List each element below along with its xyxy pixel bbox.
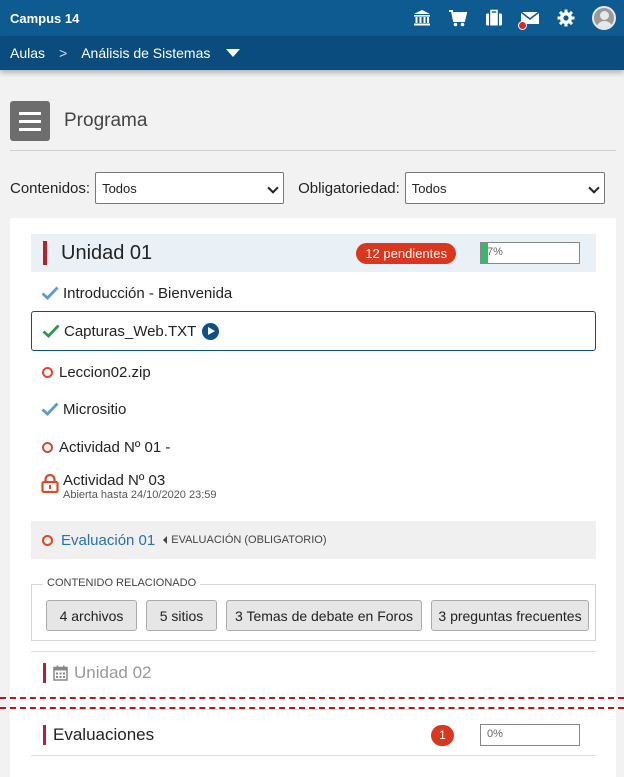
unit-marker bbox=[43, 663, 46, 683]
content-item-label: Micrositio bbox=[63, 400, 127, 418]
brand-name[interactable]: Campus 14 bbox=[0, 11, 404, 26]
unit-title: Unidad 01 bbox=[61, 241, 153, 264]
page-title: Programa bbox=[64, 110, 148, 131]
evaluations-title: Evaluaciones bbox=[53, 725, 155, 744]
evaluation-type-label: EVALUACIÓN (OBLIGATORIO) bbox=[171, 534, 327, 546]
content-item-label: Actividad Nº 01 - bbox=[59, 438, 171, 456]
progress-text: 7% bbox=[487, 246, 503, 258]
filters-bar: Contenidos: Todos Obligatoriedad: Todos bbox=[10, 172, 618, 204]
dashed-line bbox=[0, 697, 624, 699]
chevron-down-icon bbox=[588, 182, 600, 194]
unit-marker bbox=[43, 725, 46, 745]
pending-badge: 12 pendientes bbox=[356, 242, 456, 264]
breadcrumb-aulas[interactable]: Aulas bbox=[0, 45, 45, 61]
dashed-line bbox=[0, 707, 624, 709]
files-button[interactable]: 4 archivos bbox=[46, 600, 137, 631]
unit-header[interactable]: Unidad 01 12 pendientes 7% bbox=[31, 234, 596, 272]
sites-button[interactable]: 5 sitios bbox=[146, 600, 217, 631]
evaluation-row: Evaluación 01 EVALUACIÓN (OBLIGATORIO) bbox=[31, 521, 596, 559]
unit-title: Unidad 02 bbox=[74, 663, 152, 682]
progress-text: 0% bbox=[487, 728, 503, 740]
evaluations-row[interactable]: Evaluaciones 1 0% bbox=[31, 723, 596, 747]
forum-topics-button[interactable]: 3 Temas de debate en Foros bbox=[226, 600, 422, 631]
content-item[interactable]: Micrositio bbox=[31, 396, 596, 422]
divider bbox=[31, 651, 596, 652]
contents-filter-select[interactable]: Todos bbox=[95, 172, 285, 204]
notification-dot bbox=[518, 21, 527, 30]
related-buttons: 4 archivos 5 sitios 3 Temas de debate en… bbox=[46, 600, 589, 631]
cart-icon[interactable] bbox=[440, 0, 476, 36]
content-item[interactable]: Introducción - Bienvenida bbox=[31, 280, 596, 306]
content-item-label: Leccion02.zip bbox=[59, 363, 151, 381]
breadcrumb-separator: > bbox=[59, 45, 68, 61]
evaluations-progress-bar: 0% bbox=[480, 724, 580, 746]
contents-filter-label: Contenidos: bbox=[10, 179, 91, 197]
top-icons bbox=[404, 0, 624, 36]
program-card: Unidad 01 12 pendientes 7% Introducción … bbox=[10, 218, 616, 777]
bank-icon[interactable] bbox=[404, 0, 440, 36]
unit2-row[interactable]: Unidad 02 bbox=[31, 660, 596, 686]
ring-icon bbox=[41, 534, 59, 546]
check-icon bbox=[41, 402, 63, 416]
briefcase-icon[interactable] bbox=[476, 0, 512, 36]
required-filter-value: Todos bbox=[411, 180, 447, 196]
divider bbox=[31, 755, 596, 756]
top-bar: Campus 14 bbox=[0, 0, 624, 36]
check-icon bbox=[41, 286, 63, 300]
content-item[interactable]: Leccion02.zip bbox=[31, 359, 596, 385]
unit-progress-bar: 7% bbox=[480, 242, 580, 264]
mail-icon[interactable] bbox=[512, 0, 548, 36]
calendar-icon bbox=[53, 665, 68, 681]
content-item-label: Capturas_Web.TXT bbox=[64, 322, 197, 340]
content-item-locked[interactable]: Actividad Nº 03 Abierta hasta 24/10/2020… bbox=[31, 472, 596, 508]
related-content: CONTENIDO RELACIONADO 4 archivos 5 sitio… bbox=[31, 577, 596, 641]
chevron-down-icon[interactable] bbox=[226, 49, 241, 57]
page-header: Programa bbox=[10, 101, 616, 151]
breadcrumb: Aulas > Análisis de Sistemas bbox=[0, 36, 624, 70]
breadcrumb-course[interactable]: Análisis de Sistemas bbox=[81, 45, 210, 61]
faq-button[interactable]: 3 preguntas frecuentes bbox=[431, 600, 589, 631]
caret-left-icon bbox=[163, 536, 168, 544]
content-item-label: Introducción - Bienvenida bbox=[63, 284, 233, 302]
required-filter-label: Obligatoriedad: bbox=[298, 179, 400, 197]
related-legend: CONTENIDO RELACIONADO bbox=[43, 577, 201, 589]
content-item-selected[interactable]: Capturas_Web.TXT bbox=[31, 311, 596, 351]
check-icon bbox=[42, 324, 64, 338]
evaluation-link[interactable]: Evaluación 01 bbox=[61, 532, 155, 549]
required-filter-select[interactable]: Todos bbox=[404, 172, 605, 204]
gear-icon[interactable] bbox=[548, 0, 584, 36]
chevron-down-icon bbox=[267, 182, 279, 194]
unit-marker bbox=[43, 241, 47, 265]
evaluation-type: EVALUACIÓN (OBLIGATORIO) bbox=[163, 534, 327, 546]
evaluations-count-badge: 1 bbox=[431, 724, 454, 746]
menu-icon[interactable] bbox=[10, 101, 50, 141]
content-item[interactable]: Actividad Nº 01 - bbox=[31, 434, 596, 460]
locked-item-text: Actividad Nº 03 Abierta hasta 24/10/2020… bbox=[63, 472, 217, 501]
divider bbox=[31, 709, 596, 710]
ring-icon bbox=[41, 366, 59, 378]
contents-filter-value: Todos bbox=[102, 180, 137, 196]
lock-icon bbox=[41, 474, 63, 493]
content-item-label: Actividad Nº 03 bbox=[63, 472, 166, 489]
availability-note: Abierta hasta 24/10/2020 23:59 bbox=[63, 489, 217, 501]
user-menu[interactable] bbox=[584, 0, 624, 36]
ring-icon bbox=[41, 441, 59, 453]
avatar[interactable] bbox=[592, 6, 616, 30]
play-icon[interactable] bbox=[202, 322, 220, 340]
